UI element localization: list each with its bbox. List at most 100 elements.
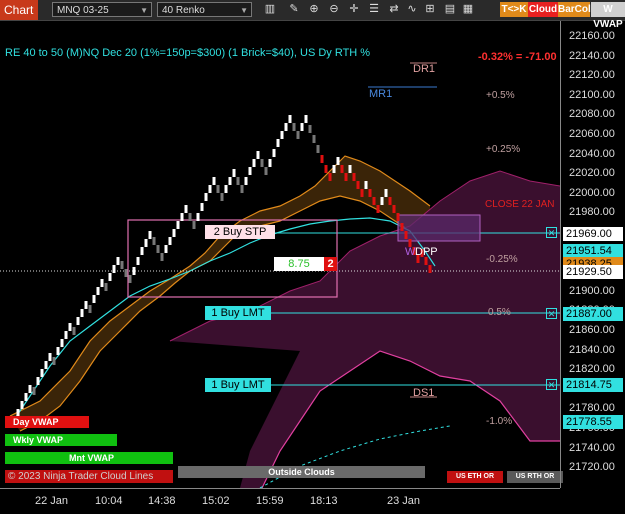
time-tick: 14:38 [148, 495, 176, 507]
draw-icon[interactable]: ✎ [286, 2, 302, 17]
renko-brick [344, 173, 348, 181]
zoom-in-icon[interactable]: ⊕ [306, 2, 322, 17]
renko-brick [372, 197, 376, 205]
renko-brick [304, 115, 308, 123]
template-icon[interactable]: ▤ [442, 2, 458, 17]
chevron-down-icon: ▼ [240, 6, 248, 15]
us-eth-or-button[interactable]: US ETH OR [447, 471, 503, 483]
price-tick: 22100.00 [569, 88, 615, 101]
monthly-vwap-button[interactable]: Mnt VWAP [5, 452, 173, 464]
renko-brick [268, 159, 272, 167]
copyright-text: © 2023 Ninja Trader Cloud Lines [8, 471, 154, 482]
renko-brick [300, 123, 304, 131]
renko-brick [224, 185, 228, 193]
renko-brick [132, 267, 136, 275]
zoom-out-icon[interactable]: ⊖ [326, 2, 342, 17]
strategy-icon[interactable]: ⇄ [386, 2, 402, 17]
plus-025-label: +0.25% [486, 144, 521, 155]
renko-brick [136, 257, 140, 265]
price-tick: 21840.00 [569, 343, 615, 356]
renko-brick [184, 205, 188, 213]
renko-brick [76, 317, 80, 325]
renko-brick [316, 145, 320, 153]
renko-brick [364, 181, 368, 189]
renko-brick [88, 305, 92, 313]
cancel-order-icon[interactable]: ✕ [546, 379, 557, 390]
cancel-order-icon[interactable]: ✕ [546, 227, 557, 238]
time-axis[interactable]: 22 Jan 10:04 14:38 15:02 15:59 18:13 23 … [0, 488, 560, 514]
renko-brick [56, 347, 60, 355]
renko-brick [156, 245, 160, 253]
renko-brick [100, 279, 104, 287]
tk-toggle[interactable]: T<>K [500, 2, 528, 17]
renko-brick [40, 369, 44, 377]
instrument-selector[interactable]: MNQ 03-25 ▼ [52, 2, 152, 17]
renko-brick [380, 197, 384, 205]
renko-brick [176, 221, 180, 229]
day-vwap-button[interactable]: Day VWAP [5, 416, 89, 428]
renko-brick [28, 385, 32, 393]
buy-limit-order-label[interactable]: 1 Buy LMT [205, 378, 271, 392]
crosshair-icon[interactable]: ✛ [346, 2, 362, 17]
barcol-toggle[interactable]: BarCol [558, 2, 591, 17]
us-rth-or-button[interactable]: US RTH OR [507, 471, 563, 483]
buy-stop-order-label[interactable]: 2 Buy STP [205, 225, 275, 239]
price-axis[interactable]: 22160.00 22140.00 22120.00 22100.00 22080.00… [560, 21, 625, 488]
grid-icon[interactable]: ⊞ [422, 2, 438, 17]
outside-clouds-status[interactable]: Outside Clouds [178, 466, 425, 478]
renko-brick [212, 177, 216, 185]
renko-brick [68, 323, 72, 331]
renko-brick [160, 253, 164, 261]
instrument-value: MNQ 03-25 [57, 5, 109, 16]
chevron-down-icon: ▼ [140, 6, 148, 15]
renko-brick [396, 213, 400, 221]
time-tick: 15:59 [256, 495, 284, 507]
renko-brick [188, 213, 192, 221]
time-tick: 15:02 [202, 495, 230, 507]
mr1-label: MR1 [369, 88, 393, 100]
cloud-toggle[interactable]: Cloud [528, 2, 558, 17]
renko-brick [332, 165, 336, 173]
data-box-icon[interactable]: ▦ [460, 2, 476, 17]
position-qty[interactable]: 2 [324, 257, 337, 271]
interval-selector[interactable]: 40 Renko ▼ [157, 2, 252, 17]
bars-icon[interactable]: ▥ [262, 2, 278, 17]
weekly-vwap-button[interactable]: Wkly VWAP [5, 434, 117, 446]
renko-brick [140, 247, 144, 255]
price-tick: 22000.00 [569, 186, 615, 199]
cancel-order-icon[interactable]: ✕ [546, 308, 557, 319]
minus-05-label: 0.5% [488, 307, 511, 318]
renko-brick [272, 149, 276, 157]
renko-brick [52, 357, 56, 365]
chart-plot-area[interactable]: RE 40 to 50 (M)NQ Dec 20 (1%=150p=$300) … [0, 21, 563, 489]
price-tick: 21980.00 [569, 206, 615, 219]
price-tick: 22040.00 [569, 147, 615, 160]
renko-brick [128, 275, 132, 283]
renko-brick [328, 173, 332, 181]
price-tick: 21820.00 [569, 363, 615, 376]
renko-brick [152, 237, 156, 245]
price-tick: 22020.00 [569, 167, 615, 180]
buy-limit-order-label[interactable]: 1 Buy LMT [205, 306, 271, 320]
vwap-toggle[interactable]: W VWAP [591, 2, 625, 30]
position-pnl[interactable]: 8.75 [274, 257, 324, 271]
renko-brick [208, 185, 212, 193]
pnl-readout: -0.32% = -71.00 [478, 51, 557, 63]
renko-brick [36, 377, 40, 385]
properties-icon[interactable]: ☰ [366, 2, 382, 17]
limit-order-price-tag: 21814.75 [563, 378, 623, 392]
indicators-icon[interactable]: ∿ [404, 2, 420, 17]
renko-brick [404, 231, 408, 239]
renko-brick [148, 231, 152, 239]
renko-brick [120, 261, 124, 269]
chart-menu-button[interactable]: Chart [0, 0, 38, 20]
renko-brick [256, 151, 260, 159]
renko-brick [172, 229, 176, 237]
limit-order-price-tag: 21887.00 [563, 307, 623, 321]
renko-brick [368, 189, 372, 197]
renko-brick [192, 221, 196, 229]
close-zone-box [397, 214, 481, 242]
renko-brick [424, 257, 428, 265]
renko-brick [216, 185, 220, 193]
renko-brick [112, 265, 116, 273]
